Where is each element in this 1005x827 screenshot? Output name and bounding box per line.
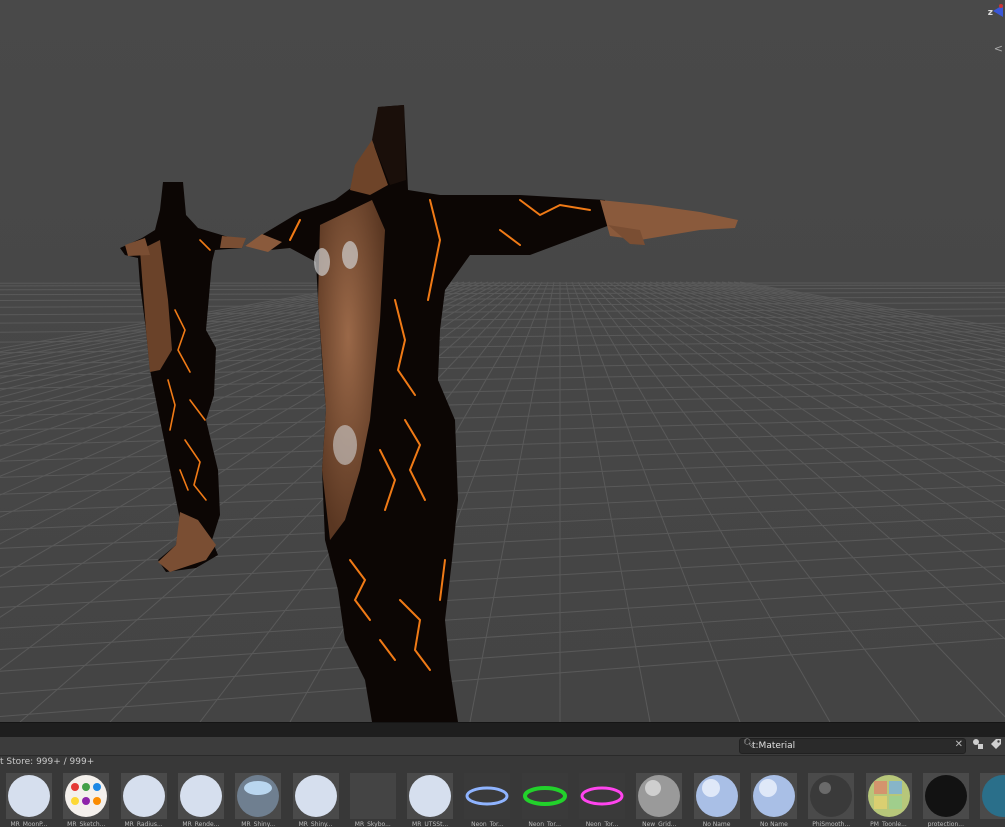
asset-label: MR_Radius... [124,821,163,827]
asset-label: MR_MoonP... [10,821,48,827]
material-preview-icon [407,773,454,819]
material-preview-icon [980,773,1005,819]
asset-label: PhiSmooth... [812,821,851,827]
asset-tile[interactable]: MR_Sketch... [61,773,111,827]
panel-splitter[interactable] [0,722,1005,738]
material-preview-icon [750,773,797,819]
material-preview-icon [177,773,224,819]
asset-tile[interactable]: MR_Radius... [119,773,169,827]
asset-label: MR_Skybo... [354,821,391,827]
asset-label: Neon_Tor... [585,821,619,827]
scene-viewport[interactable]: z < [0,0,1005,723]
asset-label: PM_Toonle... [870,821,907,827]
asset-label: No Name [702,821,731,827]
gizmo-cone-icon[interactable] [992,3,1004,19]
material-preview-icon [521,773,568,819]
material-preview-icon [922,773,969,819]
asset-tile[interactable]: MR_MoonP... [4,773,54,827]
asset-tile[interactable]: No Name [692,773,742,827]
asset-tile[interactable] [978,773,1005,827]
material-preview-icon [63,773,110,819]
asset-label: New_Grid... [642,821,677,827]
asset-tile[interactable]: MR_Rende... [176,773,226,827]
asset-label: protection... [927,821,964,827]
material-preview-icon [636,773,683,819]
search-input[interactable] [752,739,948,753]
material-preview-icon [292,773,339,819]
filter-by-type-icon[interactable] [970,738,986,753]
asset-tile[interactable]: MR_Shiny... [233,773,283,827]
material-preview-icon [235,773,282,819]
filter-by-label-icon[interactable] [988,738,1004,753]
material-preview-icon [6,773,52,819]
asset-tile[interactable]: Neon_Tor... [462,773,512,827]
asset-tile[interactable]: PhiSmooth... [806,773,856,827]
orientation-gizmo[interactable]: z < [975,0,1005,60]
material-preview-icon [349,773,396,819]
asset-label: No Name [760,821,788,827]
asset-tile[interactable]: PM_Toonle... [864,773,914,827]
perspective-toggle-icon[interactable]: < [994,42,1003,55]
project-panel: 🔍︎ ✕ t Store: 999+ / 999+ MR_MoonP...MR_… [0,737,1005,827]
asset-tile[interactable]: protection... [921,773,971,827]
asset-label: MR_Shiny... [241,821,276,827]
material-preview-icon [865,773,912,819]
search-field[interactable]: 🔍︎ ✕ [739,738,966,754]
asset-tile[interactable]: MR_UTSSt... [405,773,455,827]
asset-label: MR_Shiny... [298,821,333,827]
asset-tile[interactable]: No Name [749,773,799,827]
asset-grid: MR_MoonP... MR_Sketch... MR_Radius... MR_Re… [4,773,1005,827]
material-preview-icon [120,773,167,819]
asset-tile[interactable]: New_Grid... [634,773,684,827]
clear-search-icon[interactable]: ✕ [955,739,963,750]
asset-tile[interactable]: Neon_Tor... [577,773,627,827]
material-preview-icon [464,773,511,819]
asset-label: Neon_Tor... [528,821,561,827]
asset-tile[interactable]: MR_Skybo... [348,773,398,827]
asset-label: MR_UTSSt... [412,821,449,827]
asset-label: Neon_Tor... [471,821,504,827]
asset-store-count: t Store: 999+ / 999+ [0,757,95,767]
material-preview-icon [579,773,625,819]
material-preview-icon [808,773,855,819]
asset-tile[interactable]: MR_Shiny... [291,773,341,827]
asset-tile[interactable]: Neon_Tor... [520,773,570,827]
asset-label: MR_Sketch... [67,821,106,827]
asset-label: MR_Rende... [182,821,220,827]
material-preview-icon [693,773,740,819]
project-toolbar: 🔍︎ ✕ [0,737,1005,756]
viewport-canvas[interactable] [0,0,1005,723]
